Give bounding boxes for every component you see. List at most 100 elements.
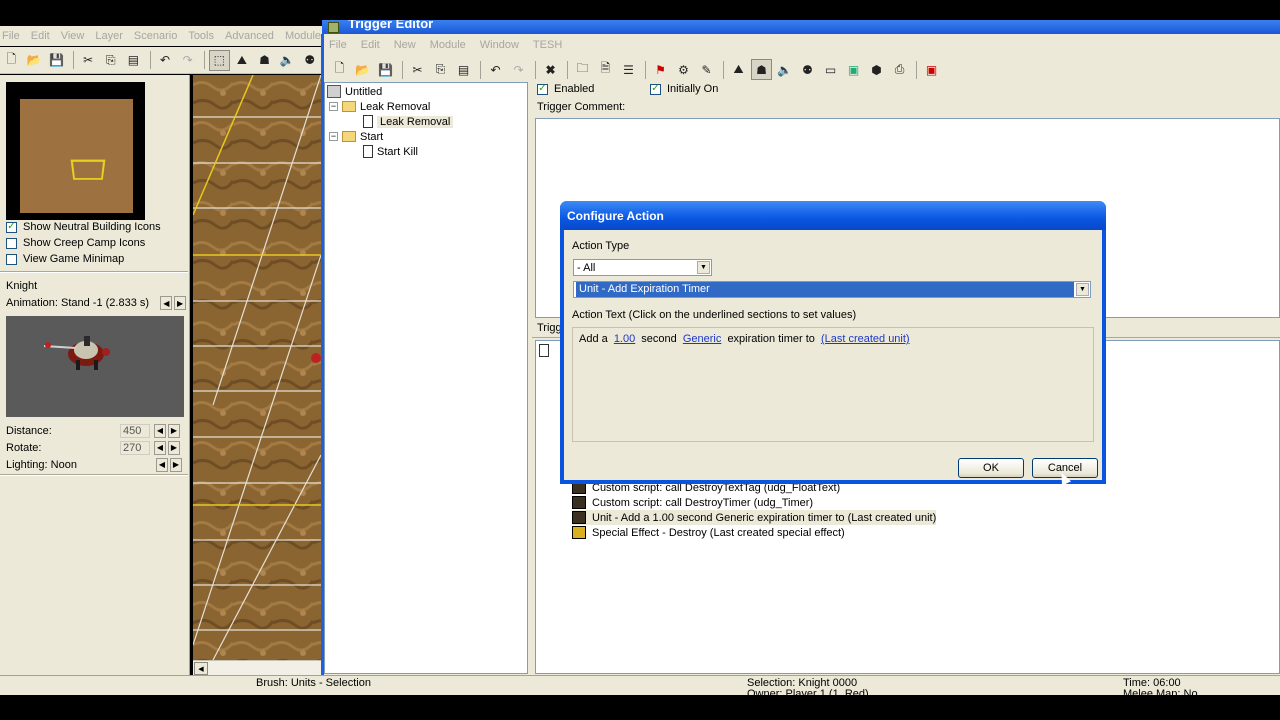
collapse-icon[interactable]: − xyxy=(329,132,338,141)
test-map-icon[interactable]: ▣ xyxy=(921,59,942,80)
world-editor-toolbar: 🗋 📂 💾 ✂ ⎘ ▤ ↶ ↷ ⬚ ⛰ ☗ 🔈 ⚉ xyxy=(0,47,322,74)
action-dropdown[interactable]: Unit - Add Expiration Timer ▼ xyxy=(573,281,1091,298)
decrease-icon[interactable]: ◀ xyxy=(154,440,166,455)
menu-window[interactable]: Window xyxy=(480,39,519,51)
new-action-icon[interactable]: ✎ xyxy=(696,59,717,80)
previous-animation-icon[interactable]: ◀ xyxy=(160,296,173,310)
tree-category-start[interactable]: − Start xyxy=(329,129,383,144)
menu-edit[interactable]: Edit xyxy=(31,30,50,42)
decrease-icon[interactable]: ◀ xyxy=(154,423,166,438)
new-comment-icon[interactable]: ☰ xyxy=(618,59,639,80)
open-icon[interactable]: 📂 xyxy=(24,50,45,71)
action-filter-dropdown[interactable]: - All ▼ xyxy=(573,259,712,276)
increase-icon[interactable]: ▶ xyxy=(168,423,180,438)
minimap[interactable] xyxy=(6,82,145,220)
distance-value[interactable]: 450 xyxy=(120,423,150,438)
enabled-option[interactable]: ✓ Enabled xyxy=(537,83,594,95)
animation-value[interactable]: Stand -1 (2.833 s) xyxy=(61,297,149,309)
dialog-titlebar[interactable]: Configure Action xyxy=(560,201,1106,230)
map-horizontal-scrollbar[interactable]: ◀ xyxy=(193,660,321,675)
redo-icon[interactable]: ↷ xyxy=(508,59,529,80)
checkbox-checked-icon[interactable]: ✓ xyxy=(537,83,548,95)
trigger-editor-titlebar[interactable]: Trigger Editor xyxy=(322,20,1280,34)
menu-tools[interactable]: Tools xyxy=(188,30,214,42)
checkbox-icon[interactable] xyxy=(6,253,17,265)
terrain-icon[interactable]: ⛰ xyxy=(728,59,749,80)
decrease-icon[interactable]: ◀ xyxy=(156,457,168,472)
paste-icon[interactable]: ▤ xyxy=(453,59,474,80)
new-event-icon[interactable]: ⚑ xyxy=(650,59,671,80)
menu-module[interactable]: Module xyxy=(285,30,321,42)
redo-icon[interactable]: ↷ xyxy=(177,50,198,71)
ai-icon[interactable]: ▣ xyxy=(843,59,864,80)
menu-layer[interactable]: Layer xyxy=(95,30,123,42)
menu-tesh[interactable]: TESH xyxy=(533,39,562,51)
trigger-editor-icon[interactable]: ☗ xyxy=(751,59,772,80)
trigger-tree[interactable]: Untitled − Leak Removal Leak Removal − S… xyxy=(324,82,528,674)
new-trigger-icon[interactable]: 🗎 xyxy=(595,59,616,80)
show-creep-camp-icons-option[interactable]: Show Creep Camp Icons xyxy=(6,237,145,249)
tree-root[interactable]: Untitled xyxy=(327,84,382,99)
menu-new[interactable]: New xyxy=(394,39,416,51)
import-icon[interactable]: ⎙ xyxy=(889,59,910,80)
menu-advanced[interactable]: Advanced xyxy=(225,30,274,42)
save-icon[interactable]: 💾 xyxy=(46,50,67,71)
new-condition-icon[interactable]: ⚙ xyxy=(673,59,694,80)
new-icon[interactable]: 🗋 xyxy=(329,59,350,80)
menu-scenario[interactable]: Scenario xyxy=(134,30,177,42)
paste-icon[interactable]: ▤ xyxy=(123,50,144,71)
terrain-icon[interactable]: ⛰ xyxy=(232,50,253,71)
campaign-icon[interactable]: ▭ xyxy=(820,59,841,80)
rotate-value[interactable]: 270 xyxy=(120,440,150,455)
undo-icon[interactable]: ↶ xyxy=(485,59,506,80)
copy-icon[interactable]: ⎘ xyxy=(100,50,121,71)
sound-icon[interactable]: 🔈 xyxy=(774,59,795,80)
unit-preview[interactable] xyxy=(6,316,184,417)
cut-icon[interactable]: ✂ xyxy=(407,59,428,80)
ok-button[interactable]: OK xyxy=(958,458,1024,478)
object-icon[interactable]: ⚉ xyxy=(797,59,818,80)
undo-icon[interactable]: ↶ xyxy=(155,50,176,71)
tree-trigger-leak-removal[interactable]: Leak Removal xyxy=(363,114,454,129)
buff-type-parameter-link[interactable]: Generic xyxy=(683,333,722,345)
menu-module[interactable]: Module xyxy=(430,39,466,51)
checkbox-icon[interactable] xyxy=(6,237,17,249)
increase-icon[interactable]: ▶ xyxy=(168,440,180,455)
function-row[interactable]: Custom script: call DestroyTimer (udg_Ti… xyxy=(572,495,813,510)
delete-icon[interactable]: ✖ xyxy=(540,59,561,80)
menu-view[interactable]: View xyxy=(61,30,85,42)
cut-icon[interactable]: ✂ xyxy=(78,50,99,71)
checkbox-checked-icon[interactable]: ✓ xyxy=(6,221,17,233)
open-icon[interactable]: 📂 xyxy=(352,59,373,80)
tree-category-leak-removal[interactable]: − Leak Removal xyxy=(329,99,430,114)
chevron-down-icon[interactable]: ▼ xyxy=(1076,283,1089,296)
unit-parameter-link[interactable]: (Last created unit) xyxy=(821,333,910,345)
collapse-icon[interactable]: − xyxy=(329,102,338,111)
function-row-selected[interactable]: Unit - Add a 1.00 second Generic expirat… xyxy=(572,510,937,525)
view-game-minimap-option[interactable]: View Game Minimap xyxy=(6,253,124,265)
object-icon[interactable]: ⚉ xyxy=(299,50,320,71)
scroll-left-icon[interactable]: ◀ xyxy=(194,662,208,675)
initially-on-option[interactable]: ✓ Initially On xyxy=(650,83,718,95)
function-row[interactable]: Special Effect - Destroy (Last created s… xyxy=(572,525,845,540)
object-manager-icon[interactable]: ⬢ xyxy=(866,59,887,80)
new-icon[interactable]: 🗋 xyxy=(1,50,22,71)
new-category-icon[interactable]: 🗀 xyxy=(572,59,593,80)
show-neutral-building-icons-option[interactable]: ✓ Show Neutral Building Icons xyxy=(6,221,161,233)
next-animation-icon[interactable]: ▶ xyxy=(174,296,186,310)
menu-edit[interactable]: Edit xyxy=(361,39,380,51)
copy-icon[interactable]: ⎘ xyxy=(430,59,451,80)
chevron-down-icon[interactable]: ▼ xyxy=(697,261,710,274)
menu-file[interactable]: File xyxy=(329,39,347,51)
unit-icon[interactable]: ☗ xyxy=(254,50,275,71)
map-viewport[interactable] xyxy=(193,75,321,660)
duration-parameter-link[interactable]: 1.00 xyxy=(614,333,635,345)
save-icon[interactable]: 💾 xyxy=(375,59,396,80)
increase-icon[interactable]: ▶ xyxy=(170,457,182,472)
tree-trigger-start-kill[interactable]: Start Kill xyxy=(363,144,418,159)
menu-file[interactable]: File xyxy=(2,30,20,42)
checkbox-checked-icon[interactable]: ✓ xyxy=(650,83,661,95)
sound-icon[interactable]: 🔈 xyxy=(277,50,298,71)
world-editor-menubar: File Edit View Layer Scenario Tools Adva… xyxy=(0,26,342,46)
select-icon[interactable]: ⬚ xyxy=(208,49,230,71)
